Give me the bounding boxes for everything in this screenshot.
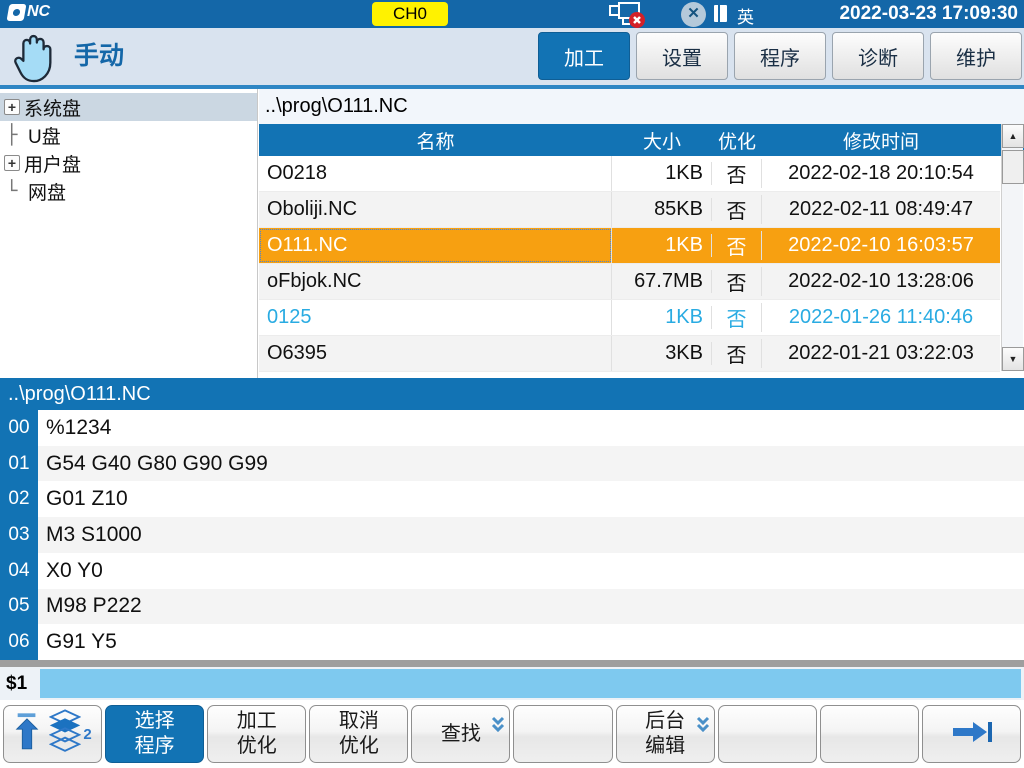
tree-connector-icon: ├ bbox=[6, 124, 24, 146]
program-preview: ..\prog\O111.NC 00 %1234 01 G54 G40 G80 … bbox=[0, 378, 1024, 660]
mode-label: 手动 bbox=[74, 28, 124, 85]
line-number: 00 bbox=[0, 410, 38, 446]
topbar: NC CH0 ✕ 英 2022-03-23 17:09:30 bbox=[0, 0, 1024, 28]
expand-chevron-icon bbox=[491, 716, 505, 737]
softkey-empty bbox=[718, 705, 817, 763]
code-line-row: 01 G54 G40 G80 G90 G99 bbox=[0, 446, 1024, 482]
mode-row: 手动 加工 设置 程序 诊断 维护 bbox=[0, 28, 1024, 89]
datetime-display: 2022-03-23 17:09:30 bbox=[839, 3, 1018, 25]
column-header-modified: 修改时间 bbox=[762, 127, 1000, 154]
file-row[interactable]: O6395 3KB 否 2022-01-21 03:22:03 bbox=[259, 336, 1000, 372]
line-number: 04 bbox=[0, 553, 38, 589]
tab-settings[interactable]: 设置 bbox=[636, 32, 728, 80]
tree-item-system-disk[interactable]: + 系统盘 bbox=[0, 93, 257, 121]
line-number: 01 bbox=[0, 446, 38, 482]
softkey-level-indicator[interactable]: 2 bbox=[3, 705, 102, 763]
expander-plus-icon[interactable]: + bbox=[4, 99, 20, 115]
status-x-icon: ✕ bbox=[681, 2, 706, 27]
menu-level-count: 2 bbox=[83, 726, 91, 743]
file-table-header: 名称 大小 优化 修改时间 bbox=[259, 124, 1024, 156]
line-number: 06 bbox=[0, 624, 38, 660]
expander-plus-icon[interactable]: + bbox=[4, 155, 20, 171]
ime-book-icon bbox=[714, 5, 727, 22]
tree-item-net-disk[interactable]: └ 网盘 bbox=[0, 177, 257, 205]
code-text: X0 Y0 bbox=[38, 553, 1024, 589]
expand-chevron-icon bbox=[696, 716, 710, 737]
softkey-empty bbox=[513, 705, 612, 763]
mdi-input[interactable] bbox=[40, 669, 1021, 698]
line-number: 03 bbox=[0, 517, 38, 553]
code-text: M98 P222 bbox=[38, 589, 1024, 625]
code-line-row: 00 %1234 bbox=[0, 410, 1024, 446]
file-row-selected[interactable]: O111.NC 1KB 否 2022-02-10 16:03:57 bbox=[259, 228, 1000, 264]
panel-divider bbox=[0, 660, 1024, 667]
code-line-row: 04 X0 Y0 bbox=[0, 553, 1024, 589]
code-line-row: 05 M98 P222 bbox=[0, 589, 1024, 625]
softkey-background-edit[interactable]: 后台 编辑 bbox=[616, 705, 715, 763]
channel-label: $1 bbox=[6, 667, 27, 700]
tree-item-usb-disk[interactable]: ├ U盘 bbox=[0, 121, 257, 149]
code-text: M3 S1000 bbox=[38, 517, 1024, 553]
brand-logo-text: NC bbox=[27, 3, 50, 21]
softkey-select-program[interactable]: 选择 程序 bbox=[105, 705, 204, 763]
file-row[interactable]: Oboliji.NC 85KB 否 2022-02-11 08:49:47 bbox=[259, 192, 1000, 228]
code-line-row: 06 G91 Y5 bbox=[0, 624, 1024, 660]
code-line-row: 03 M3 S1000 bbox=[0, 517, 1024, 553]
menu-layers-icon bbox=[49, 708, 81, 761]
code-line-row: 02 G01 Z10 bbox=[0, 481, 1024, 517]
command-row: $1 bbox=[0, 667, 1024, 700]
column-header-optimize: 优化 bbox=[712, 127, 762, 154]
softkey-find[interactable]: 查找 bbox=[411, 705, 510, 763]
file-browser: ..\prog\O111.NC 名称 大小 优化 修改时间 O0218 1KB … bbox=[259, 89, 1024, 378]
column-header-name: 名称 bbox=[259, 127, 612, 154]
code-text: G91 Y5 bbox=[38, 624, 1024, 660]
preview-path-bar: ..\prog\O111.NC bbox=[0, 378, 1024, 410]
softkey-toolbar: 2 选择 程序 加工 优化 取消 优化 查找 bbox=[0, 700, 1024, 768]
softkey-machining-optimize[interactable]: 加工 优化 bbox=[207, 705, 306, 763]
scrollbar-thumb[interactable] bbox=[1002, 150, 1024, 184]
line-number: 02 bbox=[0, 481, 38, 517]
main-tabs: 加工 设置 程序 诊断 维护 bbox=[538, 32, 1022, 80]
column-header-size: 大小 bbox=[612, 127, 712, 154]
line-number: 05 bbox=[0, 589, 38, 625]
tab-maintenance[interactable]: 维护 bbox=[930, 32, 1022, 80]
tree-connector-icon: └ bbox=[6, 180, 24, 202]
softkey-cancel-optimize[interactable]: 取消 优化 bbox=[309, 705, 408, 763]
return-top-icon bbox=[13, 711, 41, 758]
manual-mode-hand-icon bbox=[10, 31, 56, 88]
file-row[interactable]: oFbjok.NC 67.7MB 否 2022-02-10 13:28:06 bbox=[259, 264, 1000, 300]
brand-logo: NC bbox=[8, 3, 50, 21]
cnc-screen: NC CH0 ✕ 英 2022-03-23 17:09:30 手动 加工 设置 bbox=[0, 0, 1024, 768]
code-text: G54 G40 G80 G90 G99 bbox=[38, 446, 1024, 482]
file-row[interactable]: O0218 1KB 否 2022-02-18 20:10:54 bbox=[259, 156, 1000, 192]
file-path-bar: ..\prog\O111.NC bbox=[259, 89, 1024, 124]
tab-diagnosis[interactable]: 诊断 bbox=[832, 32, 924, 80]
scroll-up-icon[interactable]: ▲ bbox=[1002, 124, 1024, 148]
code-text: %1234 bbox=[38, 410, 1024, 446]
brand-logo-icon bbox=[7, 4, 27, 21]
file-list-scrollbar[interactable]: ▲ ▼ bbox=[1001, 124, 1023, 371]
file-row-loaded[interactable]: 0125 1KB 否 2022-01-26 11:40:46 bbox=[259, 300, 1000, 336]
softkey-empty bbox=[820, 705, 919, 763]
channel-badge: CH0 bbox=[372, 2, 448, 26]
disk-tree: + 系统盘 ├ U盘 + 用户盘 └ 网盘 bbox=[0, 89, 258, 378]
file-rows: O0218 1KB 否 2022-02-18 20:10:54 Oboliji.… bbox=[259, 156, 1024, 372]
softkey-next-page[interactable] bbox=[922, 705, 1021, 763]
language-indicator: 英 bbox=[737, 3, 754, 28]
tab-machining[interactable]: 加工 bbox=[538, 32, 630, 80]
scroll-down-icon[interactable]: ▼ bbox=[1002, 347, 1024, 371]
next-page-arrow-icon bbox=[949, 719, 993, 750]
tree-item-user-disk[interactable]: + 用户盘 bbox=[0, 149, 257, 177]
code-text: G01 Z10 bbox=[38, 481, 1024, 517]
preview-lines: 00 %1234 01 G54 G40 G80 G90 G99 02 G01 Z… bbox=[0, 410, 1024, 660]
tab-program[interactable]: 程序 bbox=[734, 32, 826, 80]
